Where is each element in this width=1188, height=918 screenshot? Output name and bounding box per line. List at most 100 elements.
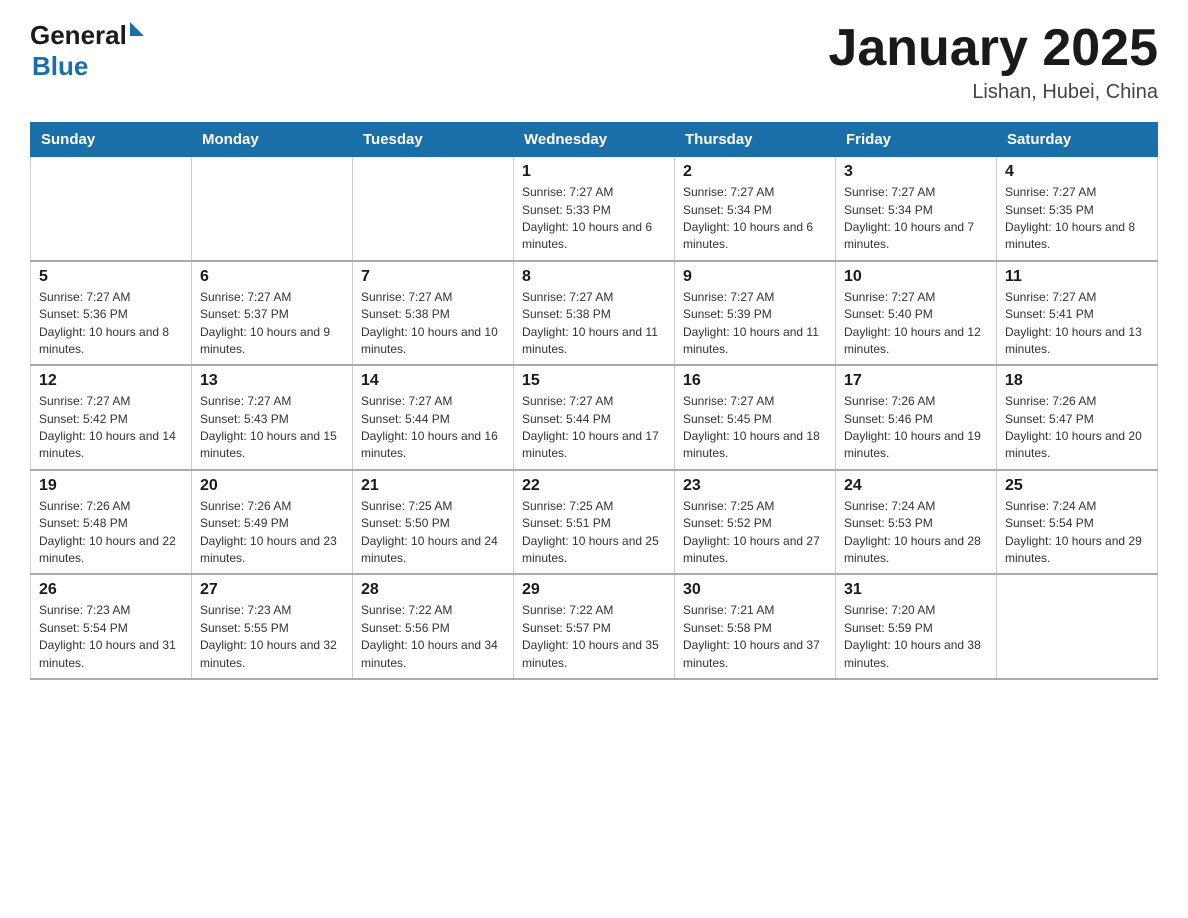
day-info: Sunrise: 7:25 AMSunset: 5:50 PMDaylight:… — [361, 498, 505, 568]
calendar-cell: 23Sunrise: 7:25 AMSunset: 5:52 PMDayligh… — [675, 470, 836, 575]
day-number: 4 — [1005, 163, 1149, 181]
day-number: 20 — [200, 477, 344, 495]
calendar-week-1: 1 Sunrise: 7:27 AMSunset: 5:33 PMDaylight… — [31, 157, 1158, 261]
day-number: 18 — [1005, 372, 1149, 390]
day-number: 10 — [844, 268, 988, 286]
calendar-cell: 16Sunrise: 7:27 AMSunset: 5:45 PMDayligh… — [675, 365, 836, 470]
weekday-header-wednesday: Wednesday — [514, 123, 675, 157]
calendar-cell: 12 Sunrise: 7:27 AMSunset: 5:42 PMDayligh… — [31, 365, 192, 470]
day-info: Sunrise: 7:27 AMSunset: 5:34 PMDaylight:… — [844, 184, 988, 254]
day-info: Sunrise: 7:24 AMSunset: 5:53 PMDaylight:… — [844, 498, 988, 568]
day-info: Sunrise: 7:25 AMSunset: 5:51 PMDaylight:… — [522, 498, 666, 568]
calendar-cell: 13Sunrise: 7:27 AMSunset: 5:43 PMDayligh… — [192, 365, 353, 470]
day-number: 15 — [522, 372, 666, 390]
day-number: 3 — [844, 163, 988, 181]
calendar-week-3: 12 Sunrise: 7:27 AMSunset: 5:42 PMDayligh… — [31, 365, 1158, 470]
day-info: Sunrise: 7:23 AMSunset: 5:55 PMDaylight:… — [200, 602, 344, 672]
calendar-cell: 24Sunrise: 7:24 AMSunset: 5:53 PMDayligh… — [836, 470, 997, 575]
calendar-cell: 18 Sunrise: 7:26 AMSunset: 5:47 PMDayligh… — [997, 365, 1158, 470]
day-info: Sunrise: 7:27 AMSunset: 5:37 PMDaylight:… — [200, 289, 344, 359]
day-info: Sunrise: 7:27 AMSunset: 5:38 PMDaylight:… — [361, 289, 505, 359]
day-info: Sunrise: 7:27 AMSunset: 5:43 PMDaylight:… — [200, 393, 344, 463]
calendar-cell: 28 Sunrise: 7:22 AMSunset: 5:56 PMDayligh… — [353, 574, 514, 679]
calendar-cell: 19 Sunrise: 7:26 AMSunset: 5:48 PMDayligh… — [31, 470, 192, 575]
calendar-cell: 11 Sunrise: 7:27 AMSunset: 5:41 PMDayligh… — [997, 261, 1158, 366]
calendar-cell: 22Sunrise: 7:25 AMSunset: 5:51 PMDayligh… — [514, 470, 675, 575]
day-number: 14 — [361, 372, 505, 390]
calendar-subtitle: Lishan, Hubei, China — [828, 81, 1158, 104]
day-number: 5 — [39, 268, 183, 286]
day-info: Sunrise: 7:27 AMSunset: 5:44 PMDaylight:… — [522, 393, 666, 463]
day-info: Sunrise: 7:21 AMSunset: 5:58 PMDaylight:… — [683, 602, 827, 672]
calendar-cell: 31Sunrise: 7:20 AMSunset: 5:59 PMDayligh… — [836, 574, 997, 679]
day-info: Sunrise: 7:26 AMSunset: 5:48 PMDaylight:… — [39, 498, 183, 568]
day-number: 8 — [522, 268, 666, 286]
calendar-table: SundayMondayTuesdayWednesdayThursdayFrid… — [30, 122, 1158, 680]
day-info: Sunrise: 7:27 AMSunset: 5:39 PMDaylight:… — [683, 289, 827, 359]
logo-arrow-icon — [130, 22, 144, 36]
day-number: 17 — [844, 372, 988, 390]
day-info: Sunrise: 7:27 AMSunset: 5:33 PMDaylight:… — [522, 184, 666, 254]
day-info: Sunrise: 7:23 AMSunset: 5:54 PMDaylight:… — [39, 602, 183, 672]
day-info: Sunrise: 7:27 AMSunset: 5:36 PMDaylight:… — [39, 289, 183, 359]
weekday-header-row: SundayMondayTuesdayWednesdayThursdayFrid… — [31, 123, 1158, 157]
calendar-cell — [353, 157, 514, 261]
day-info: Sunrise: 7:27 AMSunset: 5:40 PMDaylight:… — [844, 289, 988, 359]
weekday-header-monday: Monday — [192, 123, 353, 157]
calendar-cell: 4 Sunrise: 7:27 AMSunset: 5:35 PMDaylight… — [997, 157, 1158, 261]
calendar-week-4: 19 Sunrise: 7:26 AMSunset: 5:48 PMDayligh… — [31, 470, 1158, 575]
day-number: 29 — [522, 581, 666, 599]
day-info: Sunrise: 7:25 AMSunset: 5:52 PMDaylight:… — [683, 498, 827, 568]
calendar-cell: 20 Sunrise: 7:26 AMSunset: 5:49 PMDayligh… — [192, 470, 353, 575]
calendar-cell: 1 Sunrise: 7:27 AMSunset: 5:33 PMDaylight… — [514, 157, 675, 261]
day-info: Sunrise: 7:26 AMSunset: 5:47 PMDaylight:… — [1005, 393, 1149, 463]
logo-blue-text: Blue — [32, 51, 88, 82]
calendar-week-2: 5 Sunrise: 7:27 AMSunset: 5:36 PMDaylight… — [31, 261, 1158, 366]
calendar-cell: 27Sunrise: 7:23 AMSunset: 5:55 PMDayligh… — [192, 574, 353, 679]
weekday-header-sunday: Sunday — [31, 123, 192, 157]
day-info: Sunrise: 7:27 AMSunset: 5:35 PMDaylight:… — [1005, 184, 1149, 254]
day-number: 11 — [1005, 268, 1149, 286]
day-info: Sunrise: 7:26 AMSunset: 5:46 PMDaylight:… — [844, 393, 988, 463]
day-number: 21 — [361, 477, 505, 495]
day-number: 1 — [522, 163, 666, 181]
day-number: 12 — [39, 372, 183, 390]
page-header: General Blue January 2025 Lishan, Hubei,… — [30, 20, 1158, 104]
calendar-cell: 14 Sunrise: 7:27 AMSunset: 5:44 PMDayligh… — [353, 365, 514, 470]
day-info: Sunrise: 7:27 AMSunset: 5:44 PMDaylight:… — [361, 393, 505, 463]
day-number: 19 — [39, 477, 183, 495]
calendar-cell: 21 Sunrise: 7:25 AMSunset: 5:50 PMDayligh… — [353, 470, 514, 575]
weekday-header-saturday: Saturday — [997, 123, 1158, 157]
title-block: January 2025 Lishan, Hubei, China — [828, 20, 1158, 104]
calendar-cell: 5 Sunrise: 7:27 AMSunset: 5:36 PMDaylight… — [31, 261, 192, 366]
day-info: Sunrise: 7:24 AMSunset: 5:54 PMDaylight:… — [1005, 498, 1149, 568]
day-info: Sunrise: 7:27 AMSunset: 5:45 PMDaylight:… — [683, 393, 827, 463]
day-info: Sunrise: 7:27 AMSunset: 5:41 PMDaylight:… — [1005, 289, 1149, 359]
calendar-cell: 30 Sunrise: 7:21 AMSunset: 5:58 PMDayligh… — [675, 574, 836, 679]
day-number: 6 — [200, 268, 344, 286]
calendar-cell: 26 Sunrise: 7:23 AMSunset: 5:54 PMDayligh… — [31, 574, 192, 679]
calendar-cell: 25Sunrise: 7:24 AMSunset: 5:54 PMDayligh… — [997, 470, 1158, 575]
day-info: Sunrise: 7:27 AMSunset: 5:34 PMDaylight:… — [683, 184, 827, 254]
weekday-header-thursday: Thursday — [675, 123, 836, 157]
logo-general-text: General — [30, 20, 127, 51]
day-number: 28 — [361, 581, 505, 599]
calendar-cell — [997, 574, 1158, 679]
day-info: Sunrise: 7:26 AMSunset: 5:49 PMDaylight:… — [200, 498, 344, 568]
day-info: Sunrise: 7:22 AMSunset: 5:56 PMDaylight:… — [361, 602, 505, 672]
day-number: 26 — [39, 581, 183, 599]
day-info: Sunrise: 7:27 AMSunset: 5:42 PMDaylight:… — [39, 393, 183, 463]
calendar-cell: 29Sunrise: 7:22 AMSunset: 5:57 PMDayligh… — [514, 574, 675, 679]
day-number: 2 — [683, 163, 827, 181]
day-number: 7 — [361, 268, 505, 286]
weekday-header-friday: Friday — [836, 123, 997, 157]
calendar-body: 1 Sunrise: 7:27 AMSunset: 5:33 PMDaylight… — [31, 157, 1158, 679]
weekday-header-tuesday: Tuesday — [353, 123, 514, 157]
calendar-cell: 15 Sunrise: 7:27 AMSunset: 5:44 PMDayligh… — [514, 365, 675, 470]
day-info: Sunrise: 7:20 AMSunset: 5:59 PMDaylight:… — [844, 602, 988, 672]
calendar-week-5: 26 Sunrise: 7:23 AMSunset: 5:54 PMDayligh… — [31, 574, 1158, 679]
calendar-cell: 8 Sunrise: 7:27 AMSunset: 5:38 PMDaylight… — [514, 261, 675, 366]
day-info: Sunrise: 7:27 AMSunset: 5:38 PMDaylight:… — [522, 289, 666, 359]
calendar-cell: 2 Sunrise: 7:27 AMSunset: 5:34 PMDaylight… — [675, 157, 836, 261]
day-number: 30 — [683, 581, 827, 599]
